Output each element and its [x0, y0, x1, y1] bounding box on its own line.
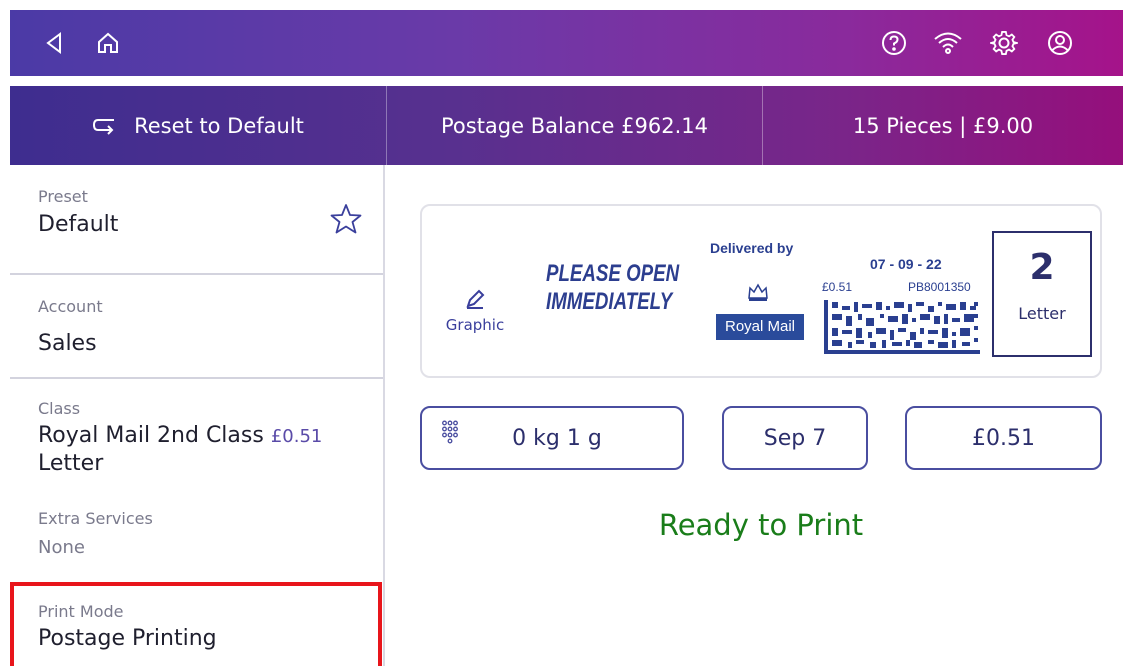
- favorite-star-icon[interactable]: [330, 203, 362, 235]
- reset-to-default-button[interactable]: Reset to Default: [10, 86, 386, 165]
- weight-button[interactable]: 0 kg 1 g: [420, 406, 684, 470]
- weight-value: 0 kg 1 g: [512, 425, 602, 451]
- status-message: Ready to Print: [658, 508, 864, 542]
- account-item[interactable]: Account Sales: [10, 275, 383, 377]
- stamp-code: PB8001350: [908, 280, 971, 294]
- class-label: Class: [38, 399, 81, 418]
- keypad-icon: [442, 420, 458, 444]
- class-price: £0.51: [270, 426, 323, 447]
- class-value: Royal Mail 2nd Class £0.51: [38, 423, 322, 448]
- account-value: Sales: [38, 331, 97, 356]
- postage-amount-button[interactable]: £0.51: [905, 406, 1102, 470]
- status-bar: Reset to Default Postage Balance £962.14…: [10, 86, 1123, 165]
- delivered-by-text: Delivered by: [710, 240, 794, 256]
- stamp-message: PLEASE OPEN IMMEDIATELY: [546, 260, 680, 316]
- pieces-text: 15 Pieces | £9.00: [852, 113, 1034, 138]
- print-mode-value: Postage Printing: [38, 626, 217, 651]
- reset-label: Reset to Default: [134, 113, 304, 138]
- royal-crown-icon: [748, 283, 768, 301]
- reset-icon: [93, 118, 115, 135]
- extra-services-value: None: [38, 537, 85, 558]
- settings-panel: Preset Default Account Sales Class Royal…: [10, 165, 385, 666]
- graphic-label: Graphic: [445, 316, 505, 334]
- piece-count: 2: [1029, 247, 1055, 288]
- graphic-button[interactable]: Graphic: [440, 288, 510, 334]
- postage-amount-value: £0.51: [972, 425, 1035, 451]
- pieces-counter[interactable]: 15 Pieces | £9.00: [762, 86, 1123, 165]
- stamp-preview: Graphic PLEASE OPEN IMMEDIATELY Delivere…: [420, 204, 1102, 378]
- pencil-icon: [466, 289, 485, 309]
- preset-value: Default: [38, 212, 119, 237]
- postage-balance-text: Postage Balance £962.14: [440, 113, 708, 138]
- preset-label: Preset: [38, 187, 88, 206]
- top-app-bar: [10, 10, 1123, 76]
- piece-type-label: Letter: [1018, 304, 1066, 323]
- print-mode-label: Print Mode: [38, 602, 124, 621]
- account-label: Account: [38, 297, 103, 316]
- stamp-value: £0.51: [822, 280, 853, 294]
- class-name: Royal Mail 2nd Class: [38, 423, 264, 448]
- extra-services-label: Extra Services: [38, 509, 153, 528]
- date-value: Sep 7: [763, 425, 827, 451]
- settings-icon[interactable]: [988, 27, 1020, 59]
- help-icon[interactable]: [878, 27, 910, 59]
- postage-balance: Postage Balance £962.14: [386, 86, 762, 165]
- stamp-message-line2: IMMEDIATELY: [546, 288, 673, 315]
- class-format: Letter: [38, 451, 104, 476]
- back-icon[interactable]: [38, 27, 70, 59]
- print-mode-item[interactable]: Print Mode Postage Printing: [10, 582, 382, 666]
- date-button[interactable]: Sep 7: [722, 406, 868, 470]
- royal-mail-logo: Royal Mail: [716, 314, 804, 340]
- home-icon[interactable]: [92, 27, 124, 59]
- piece-count-box: 2 Letter: [992, 231, 1092, 357]
- stamp-date: 07 - 09 - 22: [870, 256, 942, 272]
- class-item[interactable]: Class Royal Mail 2nd Class £0.51 Letter …: [10, 379, 383, 584]
- wifi-icon[interactable]: [932, 27, 964, 59]
- datamatrix-barcode: [824, 300, 980, 354]
- stamp-message-line1: PLEASE OPEN: [546, 260, 680, 287]
- preset-item[interactable]: Preset Default: [10, 165, 383, 273]
- account-icon[interactable]: [1044, 27, 1076, 59]
